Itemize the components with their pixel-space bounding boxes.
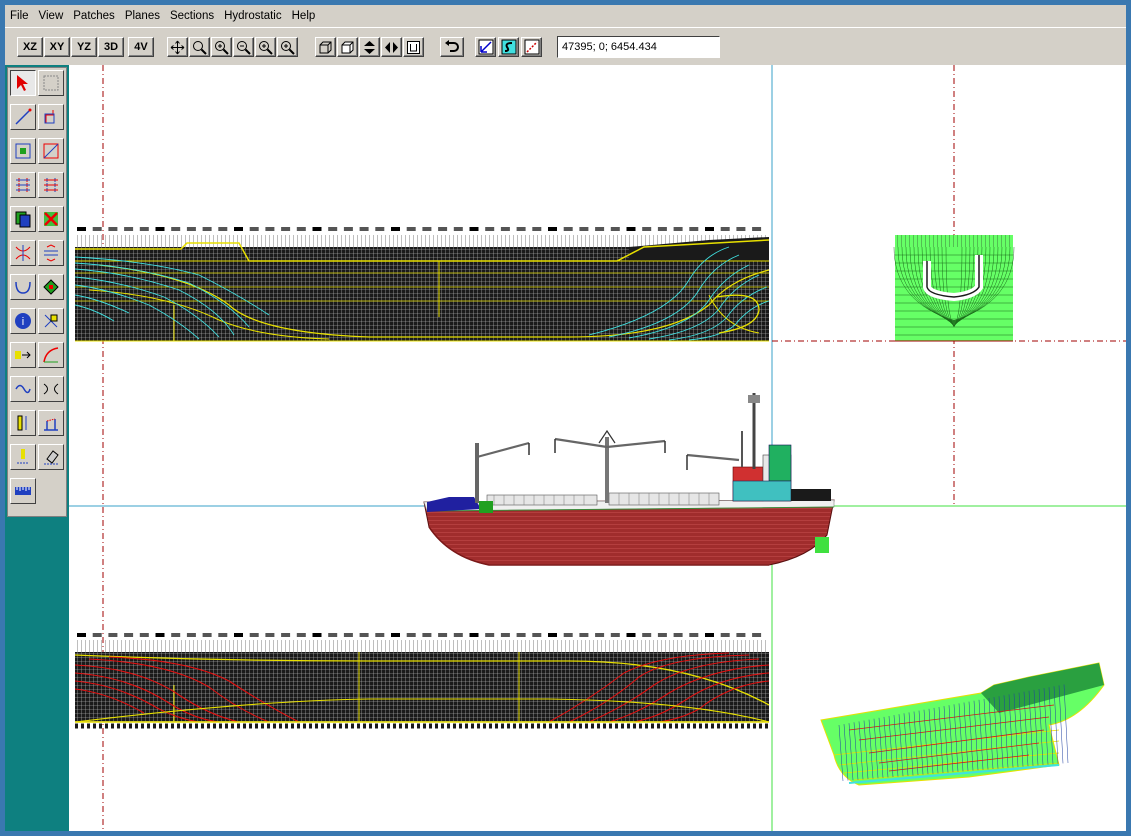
pan-icon[interactable]	[167, 37, 188, 57]
undo-icon[interactable]	[440, 37, 464, 57]
stretch-icon[interactable]	[38, 240, 64, 266]
blend-icon[interactable]	[38, 376, 64, 402]
info-icon[interactable]: i	[10, 308, 36, 334]
surface-tool-icon[interactable]	[498, 37, 519, 57]
menu-planes[interactable]: Planes	[120, 5, 165, 27]
draw-line-icon[interactable]	[10, 104, 36, 130]
rotate-icon[interactable]	[38, 274, 64, 300]
curve-tool-icon[interactable]	[475, 37, 496, 57]
profile-view	[74, 235, 770, 342]
flip-vertical-icon[interactable]	[359, 37, 380, 57]
view-xy-button[interactable]: XY	[44, 37, 70, 57]
menu-help[interactable]: Help	[287, 5, 321, 27]
menu-file[interactable]: File	[5, 5, 34, 27]
edit-patch-icon[interactable]	[10, 138, 36, 164]
loft-icon[interactable]	[10, 274, 36, 300]
zoom-all-icon[interactable]	[277, 37, 298, 57]
copy-patch-icon[interactable]	[10, 206, 36, 232]
ruler-icon[interactable]	[10, 478, 36, 504]
flip-horizontal-icon[interactable]	[381, 37, 402, 57]
view-3d-button[interactable]: 3D	[98, 37, 124, 57]
select-arrow-icon[interactable]	[10, 70, 36, 96]
section-box-icon[interactable]	[403, 37, 424, 57]
height-tool-icon[interactable]	[10, 410, 36, 436]
zoom-in-icon[interactable]	[211, 37, 232, 57]
view-4v-button[interactable]: 4V	[128, 37, 154, 57]
menu-sections[interactable]: Sections	[165, 5, 219, 27]
zoom-window-icon[interactable]	[255, 37, 276, 57]
view-yz-button[interactable]: YZ	[71, 37, 97, 57]
viewports-svg	[69, 65, 1126, 831]
draw-patch-icon[interactable]	[38, 104, 64, 130]
menu-patches[interactable]: Patches	[68, 5, 120, 27]
menu-bar: File View Patches Planes Sections Hydros…	[5, 5, 1126, 27]
scale-points-icon[interactable]	[38, 172, 64, 198]
main-toolbar: XZ XY YZ 3D 4V 47395; 0; 6454.434	[5, 27, 1126, 67]
delete-patch-icon[interactable]	[38, 206, 64, 232]
menu-hydrostatic[interactable]: Hydrostatic	[219, 5, 287, 27]
offset-icon[interactable]	[10, 376, 36, 402]
svg-text:i: i	[22, 316, 24, 328]
line-tool-icon[interactable]	[521, 37, 542, 57]
wireframe-3d-view	[820, 662, 1105, 786]
shaded-icon[interactable]	[337, 37, 358, 57]
body-plan-view	[893, 235, 1015, 342]
join-icon[interactable]	[10, 342, 36, 368]
wireframe-icon[interactable]	[315, 37, 336, 57]
tool-palette: i	[7, 67, 67, 517]
mirror-icon[interactable]	[10, 240, 36, 266]
zoom-out-icon[interactable]	[233, 37, 254, 57]
bend-icon[interactable]	[38, 342, 64, 368]
view-xz-button[interactable]: XZ	[17, 37, 43, 57]
coordinate-readout: 47395; 0; 6454.434	[557, 36, 720, 58]
plan-view	[74, 640, 770, 729]
measure-tool-icon[interactable]	[38, 410, 64, 436]
four-view-canvas[interactable]	[69, 65, 1126, 831]
trim-patch-icon[interactable]	[38, 138, 64, 164]
pin-tool-icon[interactable]	[10, 444, 36, 470]
eraser-icon[interactable]	[38, 444, 64, 470]
cut-icon[interactable]	[38, 308, 64, 334]
select-box-icon[interactable]	[38, 70, 64, 96]
move-points-icon[interactable]	[10, 172, 36, 198]
menu-view[interactable]: View	[34, 5, 69, 27]
zoom-icon[interactable]	[189, 37, 210, 57]
app-window: File View Patches Planes Sections Hydros…	[5, 5, 1126, 831]
left-tool-panel: i	[5, 65, 69, 831]
